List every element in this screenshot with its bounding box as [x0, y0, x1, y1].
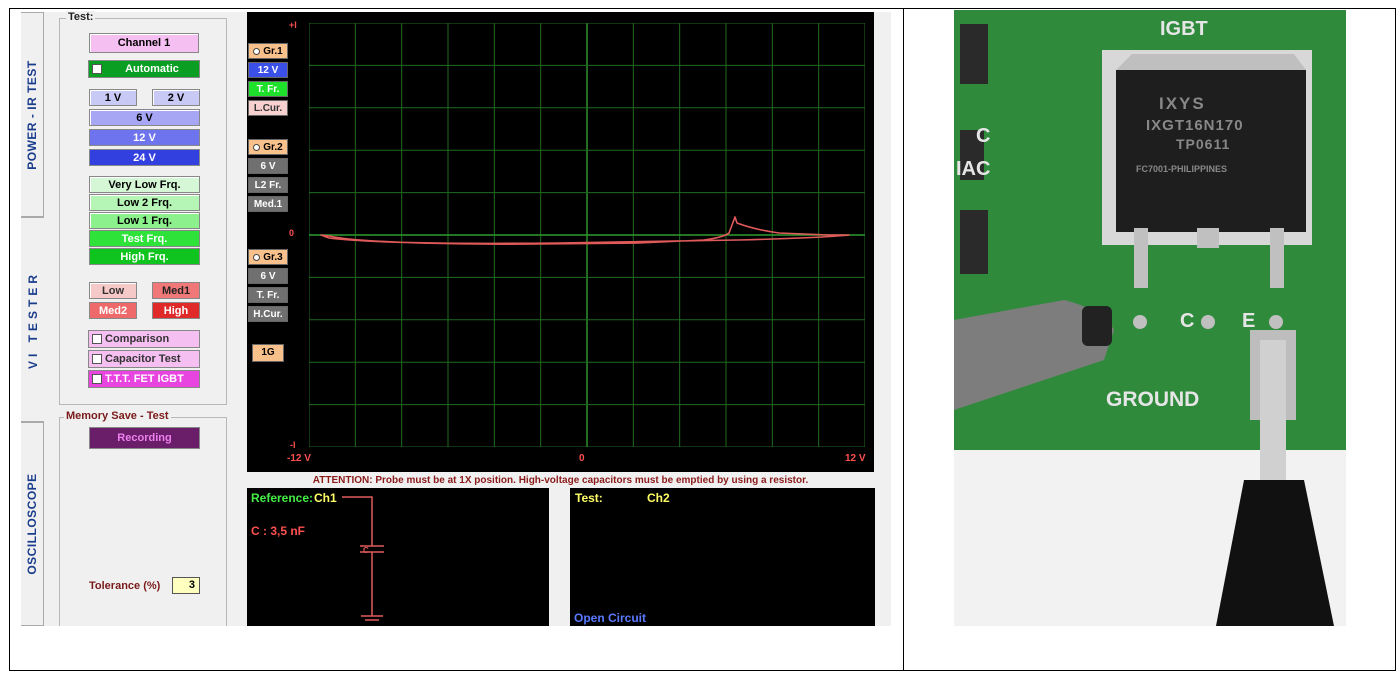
automatic-label: Automatic: [125, 63, 179, 75]
photo-label-lot: TP0611: [1176, 136, 1231, 152]
photo-label-igbt: IGBT: [1160, 18, 1208, 40]
tolerance-label: Tolerance (%): [89, 580, 161, 592]
reference-label: Reference:: [251, 491, 314, 505]
graph-3-radio[interactable]: Gr.3: [248, 249, 288, 265]
photo-illustration: [954, 10, 1346, 626]
memory-group-title: Memory Save - Test: [64, 410, 171, 422]
1g-button[interactable]: 1G: [252, 344, 284, 362]
capacitance-value: C : 3,5 nF: [251, 524, 306, 538]
g1-freq-button[interactable]: T. Fr.: [248, 81, 288, 97]
checkbox-icon: [92, 374, 102, 384]
y-axis-bottom-label: -I: [290, 440, 296, 450]
radio-icon: [253, 254, 261, 261]
g1-current-button[interactable]: L.Cur.: [248, 100, 288, 116]
tolerance-input[interactable]: 3: [172, 577, 200, 594]
attention-warning: ATTENTION: Probe must be at 1X position.…: [247, 474, 874, 488]
test-label: Test:: [575, 491, 603, 505]
vi-plot: [309, 23, 865, 447]
test-panel: Test: Ch2 Open Circuit: [570, 488, 875, 626]
scope-display: Gr.1 12 V T. Fr. L.Cur. Gr.2 6 V L2 Fr. …: [247, 12, 874, 488]
tab-label: OSCILLOSCOPE: [25, 473, 39, 575]
igbt-test-photo: IGBT IXYS IXGT16N170 TP0611 FC7001-PHILI…: [954, 10, 1346, 626]
checkbox-icon: [92, 354, 102, 364]
freq-high-button[interactable]: High Frq.: [89, 248, 200, 265]
ttt-fet-igbt-label: T.T.T. FET IGBT: [105, 373, 184, 385]
reference-panel: Reference: Ch1 C : 3,5 nF C: [247, 488, 549, 626]
capacitor-symbol-icon: [342, 496, 384, 621]
voltage-1v-button[interactable]: 1 V: [89, 89, 137, 106]
checkbox-icon: [92, 64, 102, 74]
x-axis-left-label: -12 V: [287, 453, 311, 464]
tab-label: POWER - IR TEST: [25, 59, 39, 170]
photo-label-origin: FC7001-PHILIPPINES: [1136, 164, 1228, 174]
photo-label-iac: IAC: [956, 158, 991, 180]
plot-grid: [309, 23, 865, 447]
graph-2-label: Gr.2: [263, 142, 283, 153]
level-med2-button[interactable]: Med2: [89, 302, 137, 319]
freq-very-low-button[interactable]: Very Low Frq.: [89, 176, 200, 193]
graph-1-label: Gr.1: [263, 46, 283, 57]
x-axis-zero-label: 0: [579, 453, 585, 464]
test-channel: Ch2: [647, 491, 670, 505]
voltage-24v-button[interactable]: 24 V: [89, 149, 200, 166]
photo-label-c: C: [1180, 310, 1195, 332]
capacitor-test-label: Capacitor Test: [105, 353, 181, 365]
capacitor-test-checkbox[interactable]: Capacitor Test: [88, 350, 200, 368]
level-med1-button[interactable]: Med1: [152, 282, 200, 299]
channel-1-button[interactable]: Channel 1: [89, 33, 199, 53]
test-group-title: Test:: [66, 11, 96, 23]
photo-label-ground: GROUND: [1106, 388, 1200, 411]
automatic-toggle[interactable]: Automatic: [88, 60, 200, 78]
photo-label-c-left: C: [976, 125, 991, 147]
radio-icon: [253, 144, 261, 151]
ttt-fet-igbt-checkbox[interactable]: T.T.T. FET IGBT: [88, 370, 200, 388]
g3-current-button[interactable]: H.Cur.: [248, 306, 288, 322]
photo-label-part-number: IXGT16N170: [1146, 117, 1244, 134]
tab-label: VI TESTER: [25, 270, 40, 369]
graph-1-radio[interactable]: Gr.1: [248, 43, 288, 59]
tab-vi-tester[interactable]: VI TESTER: [21, 217, 44, 422]
graph-3-label: Gr.3: [263, 252, 283, 263]
test-status: Open Circuit: [574, 611, 647, 625]
g2-voltage-button[interactable]: 6 V: [248, 158, 288, 174]
freq-low-1-button[interactable]: Low 1 Frq.: [89, 212, 200, 229]
voltage-2v-button[interactable]: 2 V: [152, 89, 200, 106]
g3-voltage-button[interactable]: 6 V: [248, 268, 288, 284]
tab-oscilloscope[interactable]: OSCILLOSCOPE: [21, 422, 44, 626]
graph-2-radio[interactable]: Gr.2: [248, 139, 288, 155]
g2-freq-button[interactable]: L2 Fr.: [248, 177, 288, 193]
y-axis-top-label: +I: [289, 20, 297, 30]
y-axis-zero-label: 0: [289, 228, 295, 238]
tab-power-ir-test[interactable]: POWER - IR TEST: [21, 12, 44, 217]
freq-low-2-button[interactable]: Low 2 Frq.: [89, 194, 200, 211]
voltage-12v-button[interactable]: 12 V: [89, 129, 200, 146]
photo-label-e: E: [1242, 310, 1256, 332]
recording-button[interactable]: Recording: [89, 427, 200, 449]
g2-current-button[interactable]: Med.1: [248, 196, 288, 212]
comparison-label: Comparison: [105, 333, 170, 345]
frame-divider: [903, 8, 904, 671]
photo-label-ixys: IXYS: [1159, 94, 1206, 113]
voltage-6v-button[interactable]: 6 V: [89, 109, 200, 126]
freq-test-button[interactable]: Test Frq.: [89, 230, 200, 247]
radio-icon: [253, 48, 261, 55]
capacitor-label: C: [363, 546, 369, 555]
comparison-checkbox[interactable]: Comparison: [88, 330, 200, 348]
level-low-button[interactable]: Low: [89, 282, 137, 299]
x-axis-right-label: 12 V: [845, 453, 866, 464]
checkbox-icon: [92, 334, 102, 344]
g1-voltage-button[interactable]: 12 V: [248, 62, 288, 78]
vi-trace: [320, 216, 850, 245]
g3-freq-button[interactable]: T. Fr.: [248, 287, 288, 303]
level-high-button[interactable]: High: [152, 302, 200, 319]
reference-channel: Ch1: [314, 491, 337, 505]
